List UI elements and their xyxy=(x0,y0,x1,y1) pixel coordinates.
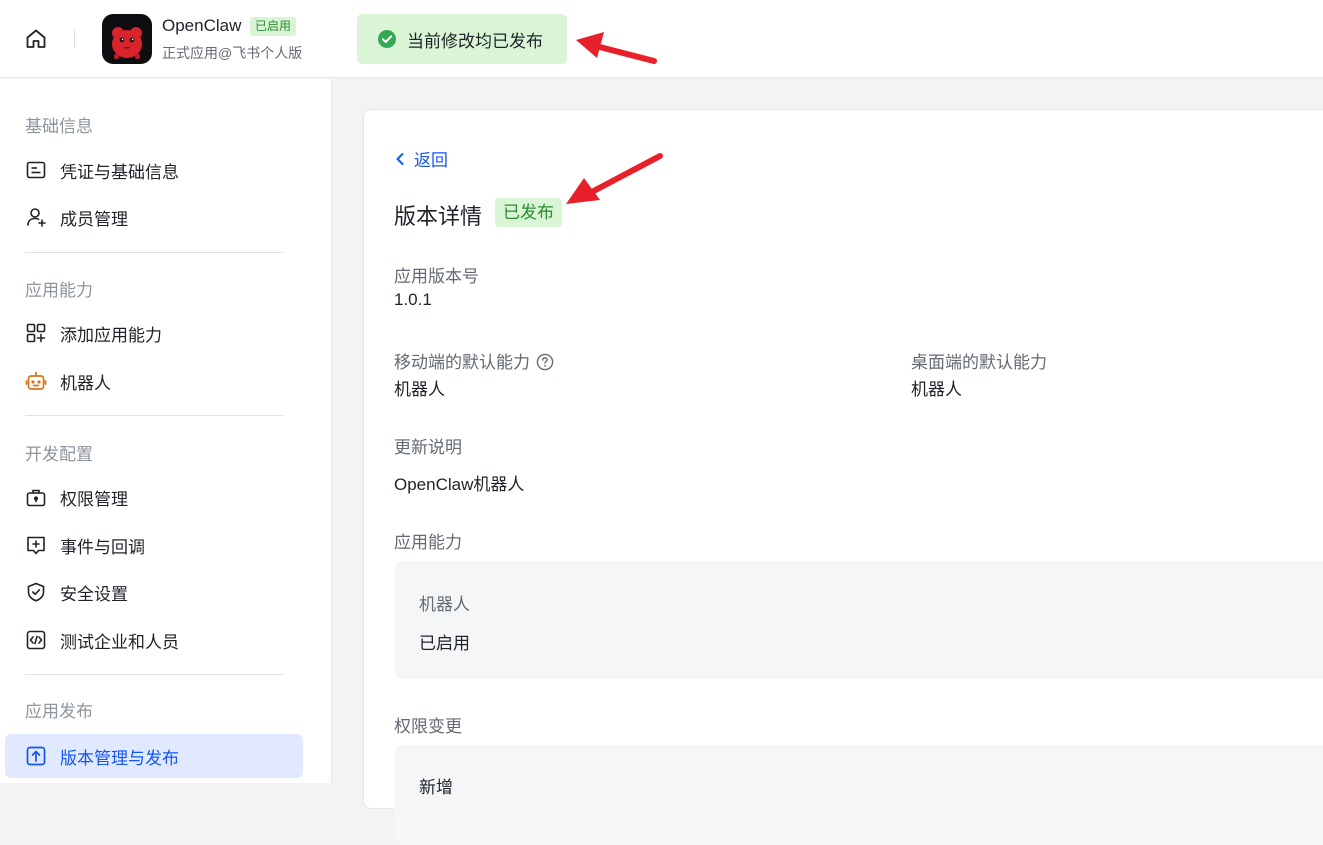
sidebar-item-security[interactable]: 安全设置 xyxy=(5,570,303,614)
top-bar: OpenClaw 已启用 正式应用@飞书个人版 当前修改均已发布 xyxy=(0,0,1323,78)
desktop-capability-label: 桌面端的默认能力 xyxy=(911,353,1047,372)
back-link[interactable]: 返回 xyxy=(394,146,448,171)
mobile-capability-value: 机器人 xyxy=(394,380,445,399)
app-logo xyxy=(102,14,152,64)
permission-change-label: 权限变更 xyxy=(394,717,462,736)
sidebar-divider xyxy=(25,415,283,416)
top-divider xyxy=(74,30,75,48)
sidebar-item-version-release[interactable]: 版本管理与发布 xyxy=(5,734,303,778)
capability-name: 机器人 xyxy=(419,595,470,614)
sidebar-group-title: 应用发布 xyxy=(25,702,93,721)
id-card-icon xyxy=(25,159,47,181)
permission-change-box: 新增 xyxy=(394,745,1323,845)
shield-check-icon xyxy=(25,581,47,603)
back-label: 返回 xyxy=(414,151,448,170)
sidebar-group-title: 应用能力 xyxy=(25,281,93,300)
home-icon xyxy=(26,29,46,48)
sidebar-item-credentials[interactable]: 凭证与基础信息 xyxy=(5,148,303,192)
sidebar-divider xyxy=(25,252,283,253)
version-label: 应用版本号 xyxy=(394,267,479,286)
check-circle-icon xyxy=(378,30,396,48)
release-notes-value: OpenClaw机器人 xyxy=(394,475,525,494)
app-status-badge: 已启用 xyxy=(250,17,297,36)
sidebar-item-bot[interactable]: 机器人 xyxy=(5,359,303,403)
permission-change-value: 新增 xyxy=(419,778,453,797)
sidebar-divider xyxy=(25,674,283,675)
sidebar-item-label: 安全设置 xyxy=(60,584,128,604)
home-button[interactable] xyxy=(18,22,54,56)
capability-state: 已启用 xyxy=(419,634,470,653)
mobile-capability-label: 移动端的默认能力 xyxy=(394,348,554,373)
sidebar-item-members[interactable]: 成员管理 xyxy=(5,195,303,239)
app-subtitle: 正式应用@飞书个人版 xyxy=(162,45,303,61)
sidebar-item-label: 凭证与基础信息 xyxy=(60,162,179,182)
sidebar-item-label: 测试企业和人员 xyxy=(60,632,179,652)
release-notes-label: 更新说明 xyxy=(394,438,462,457)
sidebar-item-label: 事件与回调 xyxy=(60,537,145,557)
code-box-icon xyxy=(25,629,47,651)
bot-icon xyxy=(25,370,47,392)
capability-box: 机器人 已启用 xyxy=(394,561,1323,679)
add-user-icon xyxy=(25,206,47,228)
sidebar-item-label: 版本管理与发布 xyxy=(60,748,179,768)
sidebar-group-title: 基础信息 xyxy=(25,117,93,136)
permission-lock-icon xyxy=(25,486,47,508)
desktop-capability-value: 机器人 xyxy=(911,380,962,399)
sidebar-item-label: 权限管理 xyxy=(60,489,128,509)
apps-add-icon xyxy=(25,322,47,344)
app-name: OpenClaw xyxy=(162,16,242,35)
sidebar-item-add-capability[interactable]: 添加应用能力 xyxy=(5,311,303,355)
mobile-capability-label-text: 移动端的默认能力 xyxy=(394,353,530,372)
help-icon[interactable] xyxy=(536,353,554,371)
toast-text: 当前修改均已发布 xyxy=(407,31,543,51)
upload-box-icon xyxy=(25,745,47,767)
sidebar-item-test-org[interactable]: 测试企业和人员 xyxy=(5,618,303,662)
event-plus-icon xyxy=(25,534,47,556)
sidebar-item-events[interactable]: 事件与回调 xyxy=(5,523,303,567)
version-value: 1.0.1 xyxy=(394,290,432,309)
page-title: 版本详情 xyxy=(394,204,483,229)
publish-toast: 当前修改均已发布 xyxy=(357,14,567,64)
capability-section-label: 应用能力 xyxy=(394,533,462,552)
sidebar-item-label: 机器人 xyxy=(60,373,111,393)
sidebar-group-title: 开发配置 xyxy=(25,445,93,464)
status-badge: 已发布 xyxy=(495,198,562,227)
sidebar-item-label: 成员管理 xyxy=(60,209,128,229)
sidebar-item-permissions[interactable]: 权限管理 xyxy=(5,475,303,519)
chevron-left-icon xyxy=(396,152,404,165)
robot-mascot-icon xyxy=(112,27,142,59)
sidebar: 基础信息 凭证与基础信息 成员管理 应用能力 添加应用能力 机器人 开发配置 权… xyxy=(0,79,332,783)
sidebar-item-label: 添加应用能力 xyxy=(60,325,162,345)
version-detail-card: 返回 版本详情 已发布 应用版本号 1.0.1 移动端的默认能力 机器人 桌面端… xyxy=(363,109,1323,845)
